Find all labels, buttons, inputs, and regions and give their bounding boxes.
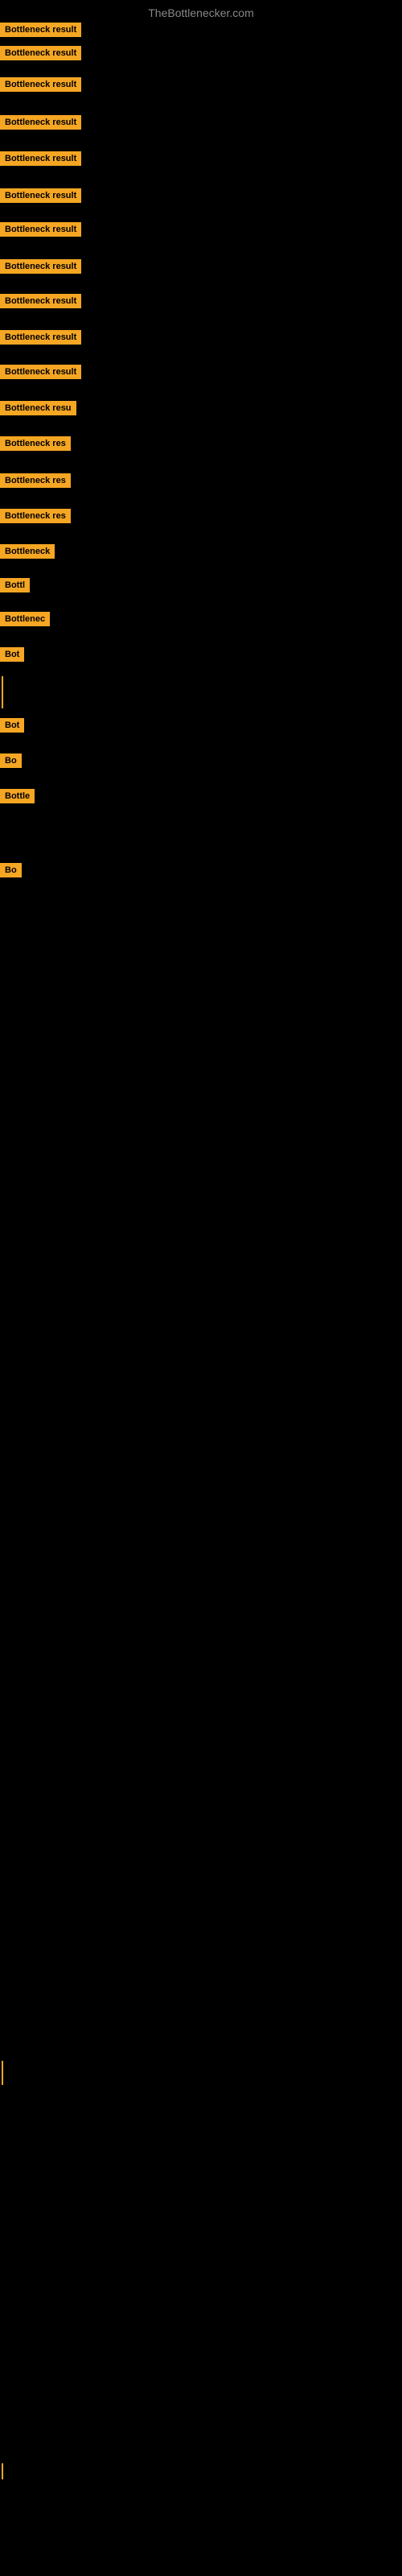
bottleneck-badge-9: Bottleneck result [0, 294, 81, 308]
bottleneck-badge-3: Bottleneck result [0, 77, 81, 92]
bottleneck-badge-19: Bot [0, 647, 24, 662]
bottleneck-badge-6: Bottleneck result [0, 188, 81, 203]
bottleneck-badge-20: Bot [0, 718, 24, 733]
bottleneck-badge-21: Bo [0, 753, 22, 768]
bottleneck-badge-23: Bo [0, 863, 22, 877]
site-title: TheBottlenecker.com [0, 6, 402, 19]
bottleneck-badge-5: Bottleneck result [0, 151, 81, 166]
bottleneck-badge-11: Bottleneck result [0, 365, 81, 379]
bottleneck-badge-10: Bottleneck result [0, 330, 81, 345]
bottleneck-badge-17: Bottl [0, 578, 30, 592]
bottleneck-badge-12: Bottleneck resu [0, 401, 76, 415]
bottleneck-badge-2: Bottleneck result [0, 46, 81, 60]
vertical-line-2 [2, 2061, 3, 2085]
bottleneck-badge-13: Bottleneck res [0, 436, 71, 451]
bottleneck-badge-7: Bottleneck result [0, 222, 81, 237]
bottleneck-badge-1: Bottleneck result [0, 23, 81, 37]
bottleneck-badge-8: Bottleneck result [0, 259, 81, 274]
vertical-line-3 [2, 2463, 3, 2479]
bottleneck-badge-15: Bottleneck res [0, 509, 71, 523]
vertical-line-1 [2, 676, 3, 708]
bottleneck-badge-14: Bottleneck res [0, 473, 71, 488]
bottleneck-badge-16: Bottleneck [0, 544, 55, 559]
bottleneck-badge-18: Bottlenec [0, 612, 50, 626]
bottleneck-badge-22: Bottle [0, 789, 35, 803]
bottleneck-badge-4: Bottleneck result [0, 115, 81, 130]
